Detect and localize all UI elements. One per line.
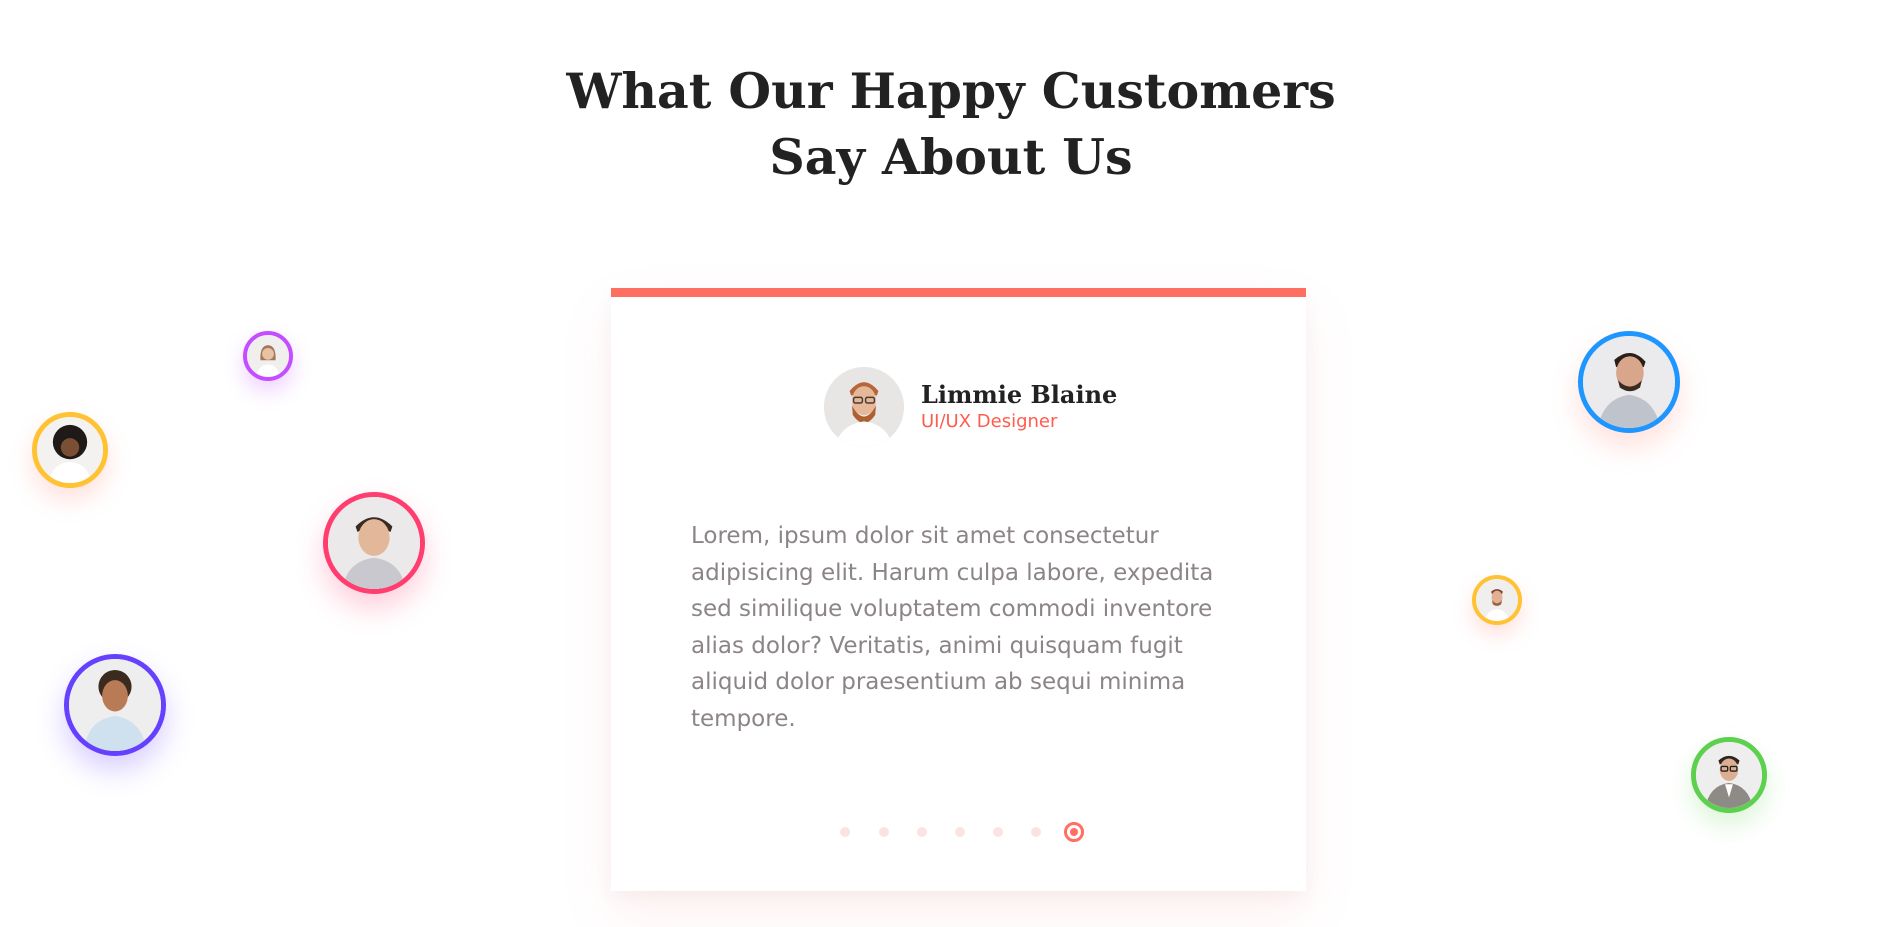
pagination-dot-3[interactable] bbox=[917, 827, 927, 837]
section-title-line-1: What Our Happy Customers bbox=[566, 62, 1336, 120]
author-meta: Limmie Blaine UI/UX Designer bbox=[921, 380, 1117, 434]
customer-avatar-4[interactable] bbox=[64, 654, 166, 756]
avatar-man-smiling-icon bbox=[328, 497, 420, 589]
pagination-dot-1[interactable] bbox=[840, 827, 850, 837]
author-name: Limmie Blaine bbox=[921, 380, 1118, 409]
avatar-woman-small-icon bbox=[247, 335, 289, 377]
author-avatar bbox=[824, 367, 904, 447]
testimonial-author: Limmie Blaine UI/UX Designer bbox=[824, 367, 1117, 447]
pagination-dot-7-active[interactable] bbox=[1064, 822, 1084, 842]
customer-avatar-3[interactable] bbox=[323, 492, 425, 594]
pagination-dot-5[interactable] bbox=[993, 827, 1003, 837]
customer-avatar-6[interactable] bbox=[1472, 575, 1522, 625]
customer-avatar-1[interactable] bbox=[243, 331, 293, 381]
card-accent-bar bbox=[611, 288, 1306, 297]
avatar-man-beard-icon bbox=[1583, 336, 1675, 428]
author-avatar-icon bbox=[824, 367, 904, 447]
customer-avatar-2[interactable] bbox=[32, 412, 108, 488]
testimonial-card: Limmie Blaine UI/UX Designer Lorem, ipsu… bbox=[611, 288, 1306, 891]
customer-avatar-5[interactable] bbox=[1578, 331, 1680, 433]
slider-pagination bbox=[611, 822, 1306, 842]
author-role: UI/UX Designer bbox=[921, 411, 1058, 432]
section-title: What Our Happy Customers Say About Us bbox=[0, 58, 1902, 190]
avatar-man-small-icon bbox=[1476, 579, 1518, 621]
avatar-man-glasses-icon bbox=[1696, 742, 1762, 808]
testimonial-quote: Lorem, ipsum dolor sit amet consectetur … bbox=[691, 523, 1214, 732]
pagination-dot-2[interactable] bbox=[879, 827, 889, 837]
avatar-woman-curly-icon bbox=[37, 417, 103, 483]
section-title-line-2: Say About Us bbox=[769, 128, 1133, 186]
avatar-man-curly-icon bbox=[69, 659, 161, 751]
customer-avatar-7[interactable] bbox=[1691, 737, 1767, 813]
pagination-dot-4[interactable] bbox=[955, 827, 965, 837]
pagination-dot-6[interactable] bbox=[1031, 827, 1041, 837]
